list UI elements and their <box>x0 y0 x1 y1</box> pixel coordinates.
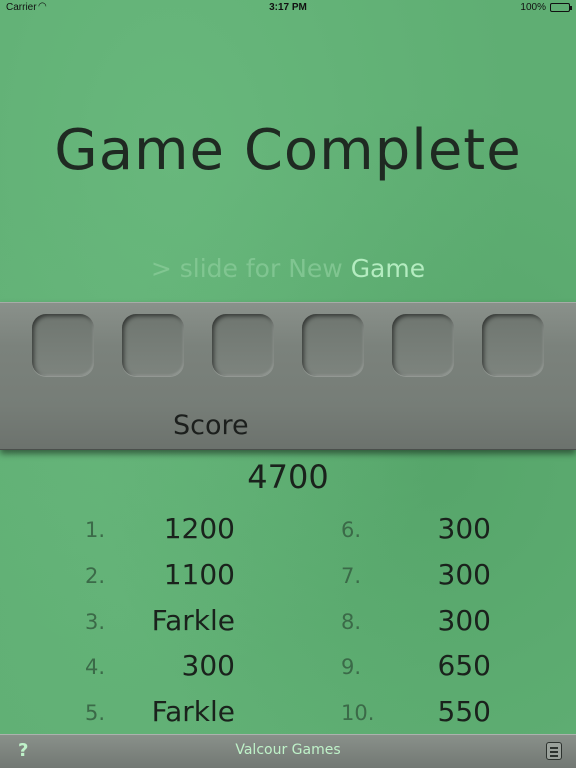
die-slot[interactable] <box>32 314 94 376</box>
round-row: 2. 1100 <box>85 558 235 598</box>
round-number: 5. <box>85 701 106 725</box>
total-score: 4700 <box>247 458 329 496</box>
die-slot[interactable] <box>392 314 454 376</box>
bottom-toolbar: ? Valcour Games <box>0 734 576 768</box>
round-score: Farkle <box>151 603 235 637</box>
battery-percent: 100% <box>520 2 546 13</box>
dice-tray: Score <box>0 302 576 450</box>
round-row: 9. 650 <box>341 649 491 689</box>
die-slot[interactable] <box>302 314 364 376</box>
round-number: 7. <box>341 563 362 588</box>
round-row: 4. 300 <box>85 649 235 689</box>
round-row: 5. Farkle <box>85 695 235 735</box>
round-number: 8. <box>341 609 362 634</box>
round-score: 300 <box>437 603 491 637</box>
round-number: 2. <box>85 563 106 588</box>
die-slot[interactable] <box>212 314 274 376</box>
notes-icon[interactable] <box>546 742 562 760</box>
round-number: 9. <box>341 655 362 680</box>
round-number: 3. <box>85 609 106 634</box>
round-score: 300 <box>437 512 491 545</box>
die-slot[interactable] <box>122 314 184 376</box>
round-row: 10. 550 <box>341 695 491 735</box>
status-bar: Carrier ◠ 3:17 PM 100% <box>0 0 576 16</box>
round-number: 6. <box>341 518 362 542</box>
round-score: 1200 <box>163 512 235 545</box>
round-row: 8. 300 <box>341 604 491 644</box>
round-row: 6. 300 <box>341 512 491 552</box>
score-label: Score <box>173 410 249 441</box>
battery-icon <box>550 3 572 12</box>
round-number: 1. <box>85 518 106 542</box>
round-row: 1. 1200 <box>85 512 235 552</box>
clock: 3:17 PM <box>269 2 307 13</box>
round-number: 10. <box>341 701 375 725</box>
round-score: 550 <box>437 695 491 728</box>
brand-label: Valcour Games <box>235 742 341 758</box>
die-slot[interactable] <box>482 314 544 376</box>
round-score: 1100 <box>163 557 235 591</box>
round-score: 300 <box>437 557 491 591</box>
new-game-slider[interactable]: > slide for New Game <box>0 254 576 283</box>
round-row: 3. Farkle <box>85 604 235 644</box>
slide-hint-text: > slide for New <box>150 254 351 283</box>
round-score: Farkle <box>151 695 235 728</box>
round-number: 4. <box>85 655 106 680</box>
round-score: 650 <box>437 649 491 683</box>
round-score: 300 <box>181 649 235 683</box>
page-title: Game Complete <box>54 118 522 183</box>
slide-hint-highlight: Game <box>350 254 426 283</box>
round-row: 7. 300 <box>341 558 491 598</box>
